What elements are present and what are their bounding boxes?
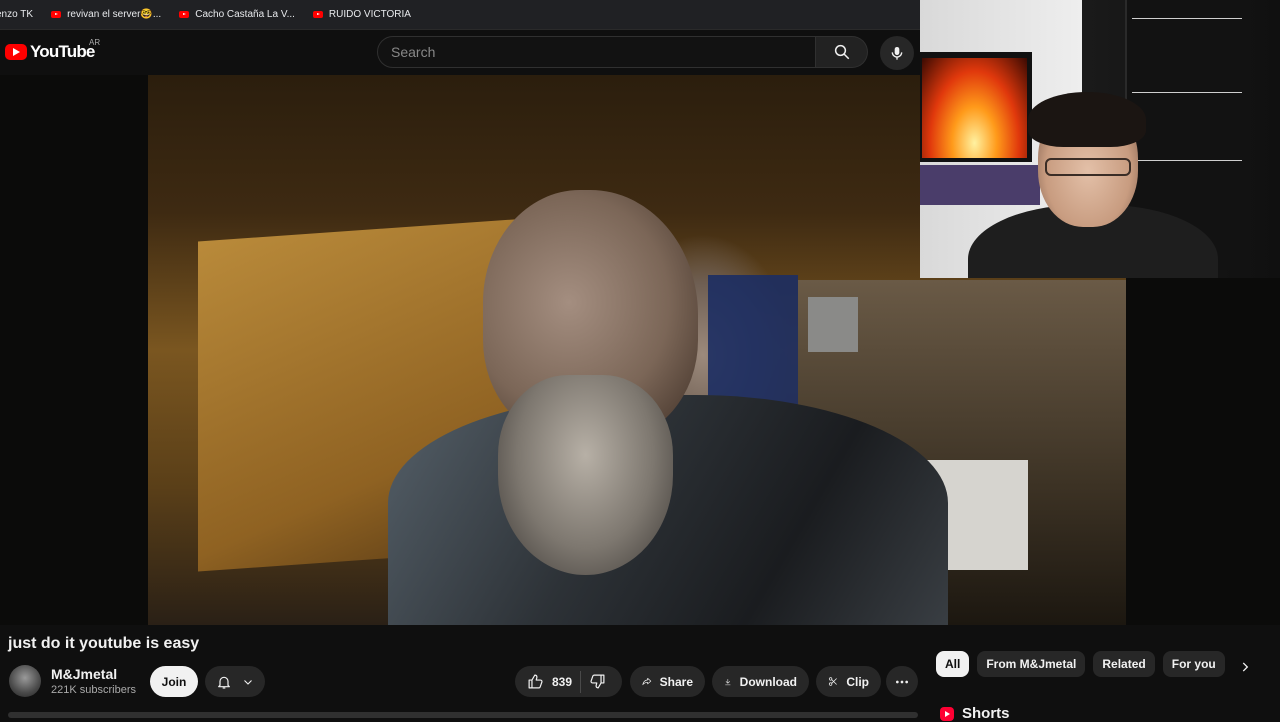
search-icon [834, 44, 849, 60]
bookmark-label: enzo TK [0, 9, 34, 20]
subscriber-count: 221K subscribers [51, 684, 136, 696]
bookmark-item[interactable]: RUIDO VICTORIA [312, 9, 411, 20]
bookmark-label: RUIDO VICTORIA [328, 9, 411, 20]
like-count: 839 [552, 674, 573, 689]
join-button[interactable]: Join [150, 666, 198, 697]
youtube-header: YouTube AR Search [0, 30, 920, 75]
webcam-door-line [1132, 160, 1242, 161]
shorts-section-header: Shorts [940, 705, 1010, 722]
share-label: Share [659, 674, 693, 689]
notifications-button[interactable] [205, 666, 265, 697]
download-icon [725, 678, 731, 685]
like-divider [580, 670, 582, 693]
youtube-favicon-icon [179, 11, 190, 18]
webcam-table [920, 165, 1040, 205]
voice-search-button[interactable] [880, 36, 914, 70]
download-button[interactable]: Download [712, 666, 809, 697]
webcam-person-hair [1028, 92, 1146, 147]
dislike-button[interactable] [589, 673, 606, 690]
channel-name[interactable]: M&Jmetal [51, 666, 117, 682]
youtube-favicon-icon [312, 11, 323, 18]
like-button[interactable]: 839 [527, 673, 572, 690]
country-code: AR [89, 38, 101, 47]
shorts-label: Shorts [962, 705, 1010, 722]
more-horizontal-icon [896, 680, 908, 683]
webcam-fireplace-screen [922, 58, 1027, 158]
chevron-down-icon [244, 679, 252, 685]
bookmarks-bar: enzo TK revivan el server🤓... Cacho Cast… [0, 0, 920, 30]
chevron-right-icon [1242, 662, 1249, 672]
bookmark-label: Cacho Castaña La V... [195, 9, 295, 20]
video-info-area: just do it youtube is easy M&Jmetal 221K… [0, 625, 1280, 722]
microphone-icon [891, 47, 903, 60]
chip-from-channel[interactable]: From M&Jmetal [977, 651, 1086, 677]
more-actions-button[interactable] [886, 666, 918, 697]
video-title: just do it youtube is easy [8, 635, 200, 652]
thumbs-up-icon [528, 674, 543, 689]
search-button[interactable] [816, 36, 868, 68]
bookmark-label: revivan el server🤓... [67, 9, 162, 20]
logo-text: YouTube [30, 42, 95, 61]
share-icon [642, 677, 652, 686]
video-person-beard [498, 375, 673, 575]
chip-all[interactable]: All [936, 651, 970, 677]
channel-avatar[interactable] [9, 665, 41, 697]
description-box-edge [8, 712, 918, 718]
like-dislike-group: 839 [515, 666, 622, 697]
chips-next-button[interactable] [1233, 655, 1257, 679]
download-label: Download [739, 674, 797, 689]
clip-label: Clip [846, 674, 869, 689]
webcam-person-glasses [1045, 158, 1131, 176]
webcam-door-line [1132, 92, 1242, 93]
bookmark-item[interactable]: revivan el server🤓... [51, 9, 161, 20]
chip-related[interactable]: Related [1093, 651, 1155, 677]
scissors-icon [828, 677, 837, 686]
youtube-logo[interactable]: YouTube AR [5, 38, 100, 62]
video-scene-curtain [708, 275, 798, 415]
youtube-play-icon [5, 44, 27, 60]
clip-button[interactable]: Clip [816, 666, 881, 697]
video-scene-poster [808, 297, 858, 352]
bell-icon [218, 676, 230, 689]
share-button[interactable]: Share [630, 666, 705, 697]
thumbs-down-icon [590, 674, 605, 689]
shorts-icon [940, 706, 954, 721]
chip-for-you[interactable]: For you [1162, 651, 1225, 677]
bookmark-item[interactable]: enzo TK [0, 9, 33, 20]
search-input[interactable]: Search [377, 36, 816, 68]
bookmark-item[interactable]: Cacho Castaña La V... [179, 9, 295, 20]
youtube-favicon-icon [51, 11, 62, 18]
related-chips: All From M&Jmetal Related For you [936, 651, 1225, 677]
webcam-door-line [1132, 18, 1242, 19]
webcam-overlay [920, 0, 1280, 278]
